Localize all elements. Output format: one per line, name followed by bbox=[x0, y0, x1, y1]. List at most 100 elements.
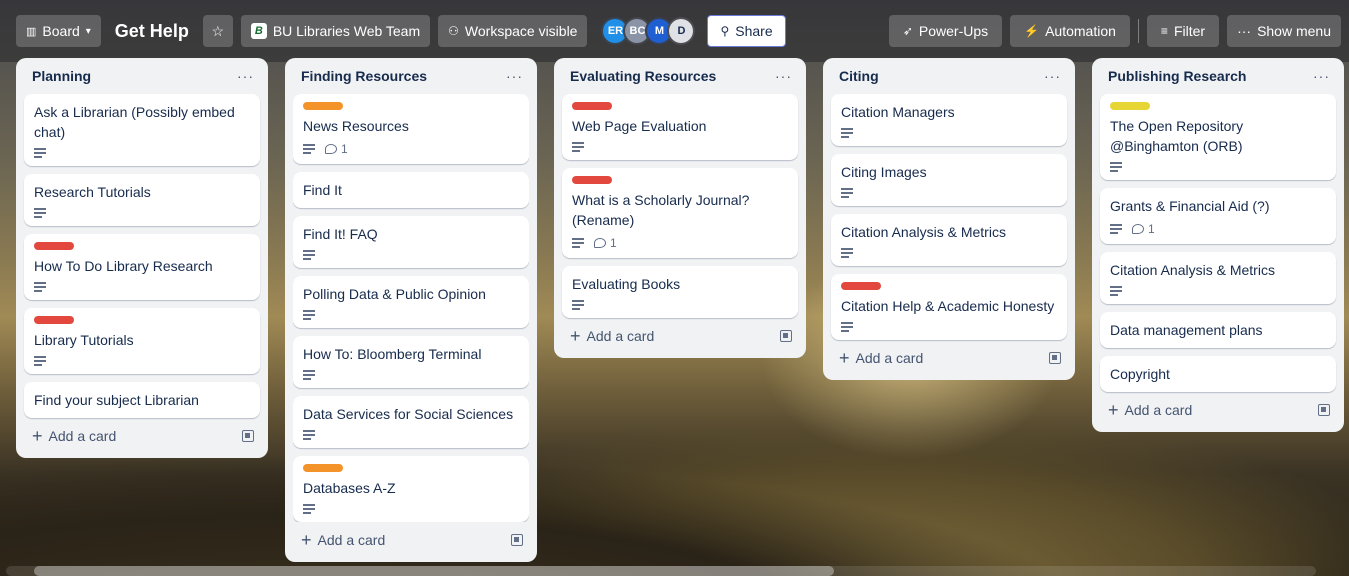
card[interactable]: Citation Analysis & Metrics bbox=[831, 214, 1067, 266]
card[interactable]: Ask a Librarian (Possibly embed chat) bbox=[24, 94, 260, 166]
add-card-button[interactable]: + Add a card bbox=[301, 531, 385, 549]
description-icon bbox=[303, 310, 315, 320]
description-icon bbox=[841, 128, 853, 138]
automation-label: Automation bbox=[1045, 23, 1116, 39]
card[interactable]: Data management plans bbox=[1100, 312, 1336, 348]
list-menu-icon[interactable]: ··· bbox=[1313, 68, 1330, 84]
card-title: Find It! FAQ bbox=[303, 226, 378, 242]
card[interactable]: The Open Repository @Binghamton (ORB) bbox=[1100, 94, 1336, 180]
list-menu-icon[interactable]: ··· bbox=[506, 68, 523, 84]
card[interactable]: News Resources 1 bbox=[293, 94, 529, 164]
card-template-icon[interactable] bbox=[1049, 352, 1061, 364]
card-badges bbox=[1110, 286, 1326, 296]
add-card-label: Add a card bbox=[1124, 402, 1193, 418]
card-title: Citation Analysis & Metrics bbox=[841, 224, 1006, 240]
card-badges bbox=[303, 430, 519, 440]
power-ups-button[interactable]: ➶ Power-Ups bbox=[888, 15, 1003, 47]
card[interactable]: Grants & Financial Aid (?) 1 bbox=[1100, 188, 1336, 244]
card-list: The Open Repository @Binghamton (ORB) Gra… bbox=[1100, 94, 1336, 392]
board-view-switcher[interactable]: ▥ Board ▾ bbox=[16, 15, 101, 47]
member-avatar[interactable]: D bbox=[667, 17, 696, 45]
card-list: Web Page Evaluation What is a Scholarly J… bbox=[562, 94, 798, 318]
card-title: Grants & Financial Aid (?) bbox=[1110, 198, 1270, 214]
card-template-icon[interactable] bbox=[242, 430, 254, 442]
share-button[interactable]: ⚲ Share bbox=[707, 15, 786, 47]
list-menu-icon[interactable]: ··· bbox=[1044, 68, 1061, 84]
card-title: News Resources bbox=[303, 118, 409, 134]
card[interactable]: Evaluating Books bbox=[562, 266, 798, 318]
card-title: Databases A-Z bbox=[303, 480, 396, 496]
list-title[interactable]: Citing bbox=[839, 68, 879, 84]
card-template-icon[interactable] bbox=[780, 330, 792, 342]
automation-button[interactable]: ⚡ Automation bbox=[1010, 15, 1130, 47]
list-evaluating-resources: Evaluating Resources ··· Web Page Evaluati… bbox=[554, 58, 806, 358]
list-finding-resources: Finding Resources ··· News Resources 1 Find … bbox=[285, 58, 537, 562]
card-badges: 1 bbox=[303, 142, 519, 156]
filter-icon: ≡ bbox=[1160, 24, 1168, 38]
card-title: Research Tutorials bbox=[34, 184, 151, 200]
add-card-button[interactable]: + Add a card bbox=[570, 327, 654, 345]
show-menu-label: Show menu bbox=[1257, 23, 1331, 39]
list-title[interactable]: Finding Resources bbox=[301, 68, 427, 84]
description-icon bbox=[303, 250, 315, 260]
card-title: The Open Repository @Binghamton (ORB) bbox=[1110, 118, 1244, 154]
card-title: Library Tutorials bbox=[34, 332, 134, 348]
show-menu-button[interactable]: ··· Show menu bbox=[1227, 15, 1341, 47]
comments-badge: 1 bbox=[1132, 222, 1155, 236]
card[interactable]: Citing Images bbox=[831, 154, 1067, 206]
card[interactable]: Web Page Evaluation bbox=[562, 94, 798, 160]
list-header: Publishing Research ··· bbox=[1100, 58, 1336, 94]
board-title[interactable]: Get Help bbox=[109, 21, 195, 42]
add-card-row: + Add a card bbox=[24, 418, 260, 454]
card[interactable]: Library Tutorials bbox=[24, 308, 260, 374]
card-template-icon[interactable] bbox=[511, 534, 523, 546]
description-icon bbox=[303, 144, 315, 154]
star-button[interactable]: ☆ bbox=[202, 15, 233, 47]
card[interactable]: Find It! FAQ bbox=[293, 216, 529, 268]
card-title: Data management plans bbox=[1110, 322, 1263, 338]
card[interactable]: Citation Help & Academic Honesty bbox=[831, 274, 1067, 340]
board-header: ▥ Board ▾ Get Help ☆ B BU Libraries Web … bbox=[0, 0, 1349, 62]
add-card-button[interactable]: + Add a card bbox=[32, 427, 116, 445]
card-label bbox=[1110, 102, 1150, 110]
comments-badge: 1 bbox=[325, 142, 348, 156]
workspace-button[interactable]: B BU Libraries Web Team bbox=[240, 15, 431, 47]
card[interactable]: Find It bbox=[293, 172, 529, 208]
description-icon bbox=[303, 504, 315, 514]
card-badges bbox=[841, 128, 1057, 138]
card-badges bbox=[1110, 162, 1326, 172]
filter-button[interactable]: ≡ Filter bbox=[1146, 15, 1220, 47]
list-menu-icon[interactable]: ··· bbox=[775, 68, 792, 84]
card[interactable]: Citation Analysis & Metrics bbox=[1100, 252, 1336, 304]
card[interactable]: Find your subject Librarian bbox=[24, 382, 260, 418]
board-view-icon: ▥ bbox=[26, 25, 37, 38]
card-title: Citing Images bbox=[841, 164, 927, 180]
card[interactable]: How To Do Library Research bbox=[24, 234, 260, 300]
description-icon bbox=[572, 238, 584, 248]
card-label bbox=[34, 316, 74, 324]
list-menu-icon[interactable]: ··· bbox=[237, 68, 254, 84]
card[interactable]: Data Services for Social Sciences bbox=[293, 396, 529, 448]
card[interactable]: What is a Scholarly Journal? (Rename) 1 bbox=[562, 168, 798, 258]
card-title: Find It bbox=[303, 182, 342, 198]
card[interactable]: Polling Data & Public Opinion bbox=[293, 276, 529, 328]
card[interactable]: How To: Bloomberg Terminal bbox=[293, 336, 529, 388]
add-card-button[interactable]: + Add a card bbox=[839, 349, 923, 367]
card-template-icon[interactable] bbox=[1318, 404, 1330, 416]
card-list: Ask a Librarian (Possibly embed chat) Res… bbox=[24, 94, 260, 418]
card-badges bbox=[572, 300, 788, 310]
comment-icon bbox=[1132, 224, 1144, 234]
list-title[interactable]: Publishing Research bbox=[1108, 68, 1246, 84]
horizontal-scrollbar[interactable] bbox=[34, 566, 834, 576]
card[interactable]: Copyright bbox=[1100, 356, 1336, 392]
list-title[interactable]: Evaluating Resources bbox=[570, 68, 716, 84]
board-view-label: Board bbox=[42, 23, 80, 39]
description-icon bbox=[303, 370, 315, 380]
visibility-button[interactable]: ⚇ Workspace visible bbox=[438, 15, 588, 47]
add-card-button[interactable]: + Add a card bbox=[1108, 401, 1192, 419]
card[interactable]: Databases A-Z bbox=[293, 456, 529, 522]
list-title[interactable]: Planning bbox=[32, 68, 91, 84]
card[interactable]: Research Tutorials bbox=[24, 174, 260, 226]
card[interactable]: Citation Managers bbox=[831, 94, 1067, 146]
comment-count: 1 bbox=[1148, 222, 1155, 236]
